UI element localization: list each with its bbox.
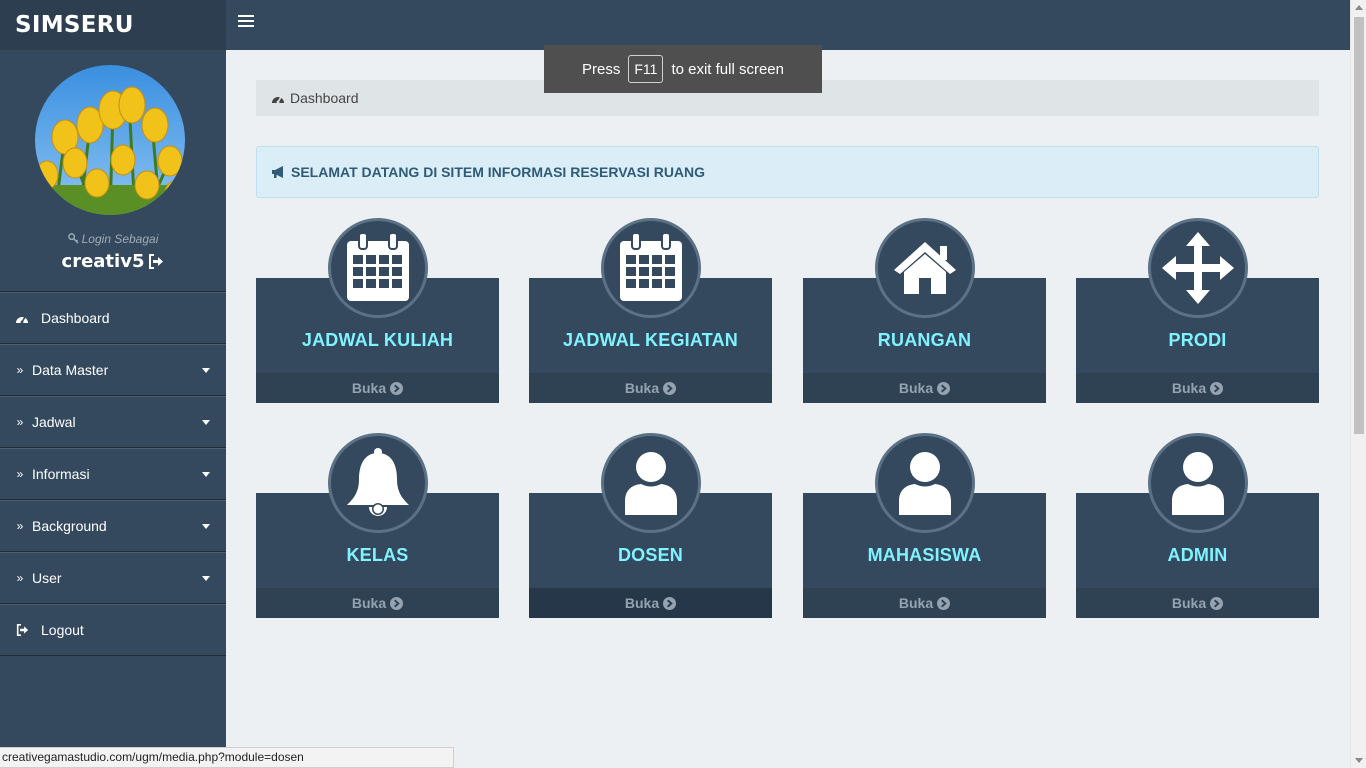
bullhorn-icon bbox=[272, 166, 283, 178]
tile-open-button[interactable]: Buka bbox=[256, 588, 499, 618]
sidebar-menu: Dashboard » Data Master » Jadwal » Infor… bbox=[0, 291, 226, 656]
tile-title: MAHASISWA bbox=[867, 545, 982, 565]
circle-arrow-right-icon bbox=[1210, 596, 1224, 610]
tile-jadwal-kuliah: JADWAL KULIAH Buka bbox=[256, 218, 499, 403]
tile-dosen: DOSEN Buka bbox=[529, 433, 772, 618]
fullscreen-toast: Press F11 to exit full screen bbox=[544, 45, 822, 93]
toast-text-before: Press bbox=[582, 60, 621, 78]
caret-down-icon bbox=[202, 472, 210, 477]
tile-jadwal-kegiatan: JADWAL KEGIATAN Buka bbox=[529, 218, 772, 403]
calendar-icon bbox=[601, 218, 701, 318]
sidebar-item-logout[interactable]: Logout bbox=[0, 604, 226, 656]
tile-title: DOSEN bbox=[617, 545, 683, 565]
sidebar-item-dashboard[interactable]: Dashboard bbox=[0, 292, 226, 344]
circle-arrow-right-icon bbox=[1210, 381, 1224, 395]
user-icon bbox=[1148, 433, 1248, 533]
vertical-scrollbar[interactable] bbox=[1350, 0, 1366, 768]
circle-arrow-right-icon bbox=[390, 596, 404, 610]
tile-open-button[interactable]: Buka bbox=[1076, 588, 1319, 618]
tile-ruangan: RUANGAN Buka bbox=[803, 218, 1046, 403]
key-icon bbox=[67, 233, 79, 244]
caret-down-icon bbox=[202, 368, 210, 373]
tile-open-button[interactable]: Buka bbox=[803, 588, 1046, 618]
sidebar-item-informasi[interactable]: » Informasi bbox=[0, 448, 226, 500]
sidebar-item-jadwal[interactable]: » Jadwal bbox=[0, 396, 226, 448]
tile-open-button[interactable]: Buka bbox=[529, 373, 772, 403]
toast-key: F11 bbox=[628, 55, 664, 83]
sign-out-icon[interactable] bbox=[148, 254, 164, 269]
double-chevron-right-icon: » bbox=[16, 519, 24, 533]
scroll-down-icon[interactable] bbox=[1355, 758, 1363, 763]
sidebar-item-label: User bbox=[32, 570, 62, 586]
tile-open-button[interactable]: Buka bbox=[256, 373, 499, 403]
status-url: creativegamastudio.com/ugm/media.php?mod… bbox=[0, 747, 454, 768]
tile-title: PRODI bbox=[1168, 330, 1227, 350]
circle-arrow-right-icon bbox=[937, 596, 951, 610]
sidebar: Login Sebagai creativ5 Dashboard » Data … bbox=[0, 50, 226, 768]
double-chevron-right-icon: » bbox=[16, 571, 24, 585]
username-text: creativ5 bbox=[61, 251, 145, 272]
username: creativ5 bbox=[0, 251, 226, 272]
brand-logo[interactable]: SIMSERU bbox=[0, 0, 226, 50]
circle-arrow-right-icon bbox=[663, 596, 677, 610]
tile-title: ADMIN bbox=[1167, 545, 1228, 565]
sidebar-item-label: Background bbox=[32, 518, 107, 534]
sidebar-item-user[interactable]: » User bbox=[0, 552, 226, 604]
top-bar: SIMSERU bbox=[0, 0, 1350, 50]
caret-down-icon bbox=[202, 420, 210, 425]
tile-title: JADWAL KULIAH bbox=[301, 330, 454, 350]
dashboard-icon bbox=[15, 312, 29, 324]
home-icon bbox=[875, 218, 975, 318]
caret-down-icon bbox=[202, 576, 210, 581]
welcome-alert: SELAMAT DATANG DI SITEM INFORMASI RESERV… bbox=[256, 146, 1319, 198]
tile-title: RUANGAN bbox=[877, 330, 972, 350]
circle-arrow-right-icon bbox=[390, 381, 404, 395]
scroll-up-icon[interactable] bbox=[1355, 5, 1363, 10]
calendar-icon bbox=[328, 218, 428, 318]
tile-open-button[interactable]: Buka bbox=[803, 373, 1046, 403]
breadcrumb-label[interactable]: Dashboard bbox=[290, 90, 359, 106]
double-chevron-right-icon: » bbox=[16, 363, 24, 377]
sidebar-item-label: Informasi bbox=[32, 466, 90, 482]
menu-toggle-icon[interactable] bbox=[238, 15, 254, 31]
logout-icon bbox=[15, 624, 29, 636]
tile-open-button[interactable]: Buka bbox=[1076, 373, 1319, 403]
login-as-label: Login Sebagai bbox=[0, 232, 226, 246]
tile-admin: ADMIN Buka bbox=[1076, 433, 1319, 618]
toast-text-after: to exit full screen bbox=[671, 60, 784, 78]
bell-icon bbox=[328, 433, 428, 533]
tile-open-button[interactable]: Buka bbox=[529, 588, 772, 618]
double-chevron-right-icon: » bbox=[16, 415, 24, 429]
scrollbar-thumb[interactable] bbox=[1354, 17, 1364, 434]
welcome-text: SELAMAT DATANG DI SITEM INFORMASI RESERV… bbox=[291, 164, 706, 180]
sidebar-item-label: Data Master bbox=[32, 362, 109, 378]
user-icon bbox=[875, 433, 975, 533]
tile-prodi: PRODI Buka bbox=[1076, 218, 1319, 403]
sidebar-item-label: Dashboard bbox=[41, 310, 110, 326]
sidebar-item-label: Logout bbox=[41, 622, 84, 638]
tile-kelas: KELAS Buka bbox=[256, 433, 499, 618]
tile-mahasiswa: MAHASISWA Buka bbox=[803, 433, 1046, 618]
caret-down-icon bbox=[202, 524, 210, 529]
move-arrows-icon bbox=[1148, 218, 1248, 318]
double-chevron-right-icon: » bbox=[16, 467, 24, 481]
user-icon bbox=[601, 433, 701, 533]
sidebar-item-data-master[interactable]: » Data Master bbox=[0, 344, 226, 396]
dashboard-icon bbox=[272, 96, 284, 104]
tile-title: JADWAL KEGIATAN bbox=[562, 330, 738, 350]
circle-arrow-right-icon bbox=[937, 381, 951, 395]
tile-title: KELAS bbox=[346, 545, 409, 565]
sidebar-item-label: Jadwal bbox=[32, 414, 76, 430]
sidebar-item-background[interactable]: » Background bbox=[0, 500, 226, 552]
circle-arrow-right-icon bbox=[663, 381, 677, 395]
avatar bbox=[35, 65, 185, 215]
